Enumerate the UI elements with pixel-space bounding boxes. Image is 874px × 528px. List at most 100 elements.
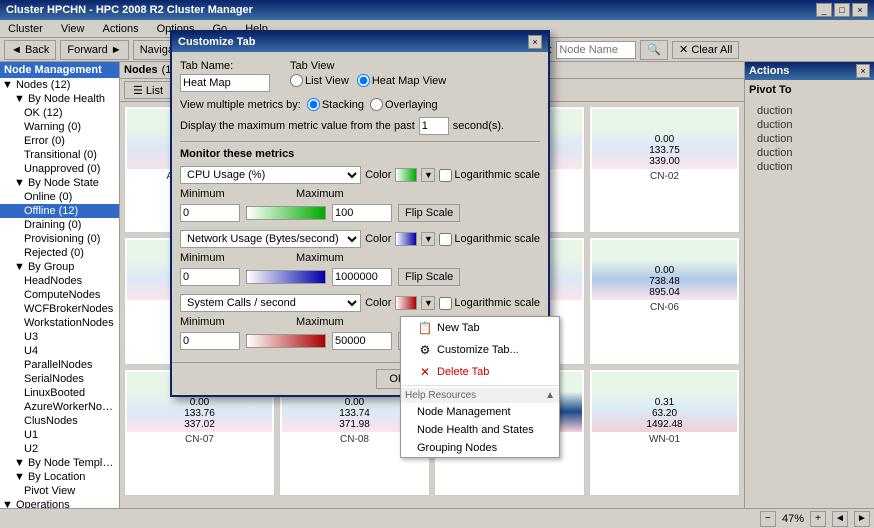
- dialog-close-button[interactable]: ×: [528, 35, 542, 49]
- metric-syscalls-select[interactable]: System Calls / second: [180, 294, 361, 312]
- right-item-1[interactable]: duction: [753, 104, 866, 118]
- right-item-4[interactable]: duction: [753, 146, 866, 160]
- log-checkbox-syscalls[interactable]: [439, 297, 452, 310]
- network-flip-button[interactable]: Flip Scale: [398, 268, 460, 286]
- close-button[interactable]: ×: [852, 3, 868, 17]
- sidebar-item-by-node-template[interactable]: ▼ By Node Template: [0, 456, 119, 470]
- sidebar-item-u4[interactable]: U4: [0, 344, 119, 358]
- color-dropdown-syscalls[interactable]: ▼: [421, 296, 435, 310]
- ctx-node-management[interactable]: Node Management: [401, 403, 559, 421]
- sidebar-item-by-node-health[interactable]: ▼ By Node Health: [0, 92, 119, 106]
- sidebar-item-warning[interactable]: Warning (0): [0, 120, 119, 134]
- sidebar-item-nodes[interactable]: ▼ Nodes (12): [0, 78, 119, 92]
- sidebar-item-u1[interactable]: U1: [0, 428, 119, 442]
- sidebar-item-error[interactable]: Error (0): [0, 134, 119, 148]
- color-dropdown-cpu[interactable]: ▼: [421, 168, 435, 182]
- sidebar-item-by-location[interactable]: ▼ By Location: [0, 470, 119, 484]
- ctx-delete-tab[interactable]: ✕ Delete Tab: [401, 361, 559, 383]
- syscalls-max-input[interactable]: [332, 332, 392, 350]
- metric-cpu-select[interactable]: CPU Usage (%): [180, 166, 361, 184]
- sidebar-item-draining[interactable]: Draining (0): [0, 218, 119, 232]
- metric-cpu-minmax: Minimum Maximum: [180, 188, 540, 200]
- ctx-grouping-nodes[interactable]: Grouping Nodes: [401, 439, 559, 457]
- sidebar-item-u3[interactable]: U3: [0, 330, 119, 344]
- color-dropdown-network[interactable]: ▼: [421, 232, 435, 246]
- sidebar-item-wcfbrokernodes[interactable]: WCFBrokerNodes: [0, 302, 119, 316]
- sidebar-item-rejected[interactable]: Rejected (0): [0, 246, 119, 260]
- syscalls-min-input[interactable]: [180, 332, 240, 350]
- zoom-out-button[interactable]: −: [760, 511, 776, 527]
- sidebar-item-provisioning[interactable]: Provisioning (0): [0, 232, 119, 246]
- stacking-radio[interactable]: [307, 98, 320, 111]
- cpu-max-input[interactable]: [332, 204, 392, 222]
- window-controls[interactable]: _ □ ×: [816, 3, 868, 17]
- tab-name-input[interactable]: [180, 74, 270, 92]
- display-seconds-input[interactable]: [419, 117, 449, 135]
- scroll-left-button[interactable]: ◄: [832, 511, 848, 527]
- ctx-node-health[interactable]: Node Health and States: [401, 421, 559, 439]
- heat-cell-wn01[interactable]: 0.31 63.20 1492.48 WN-01: [589, 369, 740, 496]
- heat-map-view-radio[interactable]: [357, 74, 370, 87]
- search-button[interactable]: 🔍: [640, 40, 668, 60]
- actions-close-button[interactable]: ×: [856, 64, 870, 78]
- right-item-2[interactable]: duction: [753, 118, 866, 132]
- clear-all-button[interactable]: ✕ Clear All: [672, 41, 739, 59]
- sidebar-item-azureworkernodes[interactable]: AzureWorkerNodes: [0, 400, 119, 414]
- zoom-in-button[interactable]: +: [810, 511, 826, 527]
- sidebar-item-headnodes[interactable]: HeadNodes: [0, 274, 119, 288]
- heat-cell-cn02[interactable]: 0.00 133.75 339.00 CN-02: [589, 106, 740, 233]
- sidebar-item-ok[interactable]: OK (12): [0, 106, 119, 120]
- sidebar-item-u2[interactable]: U2: [0, 442, 119, 456]
- search-input[interactable]: [556, 41, 636, 59]
- sidebar-item-computenodes[interactable]: ComputeNodes: [0, 288, 119, 302]
- heat-map-view-radio-label[interactable]: Heat Map View: [357, 74, 446, 87]
- menu-actions[interactable]: Actions: [99, 22, 143, 36]
- sidebar-item-by-group[interactable]: ▼ By Group: [0, 260, 119, 274]
- sidebar-item-linuxbooted[interactable]: LinuxBooted: [0, 386, 119, 400]
- sidebar-item-pivot-view[interactable]: Pivot View: [0, 484, 119, 498]
- sidebar-item-clusnodes[interactable]: ClusNodes: [0, 414, 119, 428]
- ctx-new-tab[interactable]: 📋 New Tab: [401, 317, 559, 339]
- sidebar-item-unapproved[interactable]: Unapproved (0): [0, 162, 119, 176]
- actions-content: Pivot To duction duction duction duction…: [745, 80, 874, 182]
- log-check-network[interactable]: Logarithmic scale: [439, 233, 540, 246]
- maximize-button[interactable]: □: [834, 3, 850, 17]
- metric-network-select[interactable]: Network Usage (Bytes/second): [180, 230, 361, 248]
- tab-list[interactable]: ☰ List: [124, 81, 172, 99]
- sidebar-item-serialnodes[interactable]: SerialNodes: [0, 372, 119, 386]
- actions-title: Actions: [749, 65, 789, 77]
- right-item-3[interactable]: duction: [753, 132, 866, 146]
- ctx-customize-tab[interactable]: ⚙ Customize Tab...: [401, 339, 559, 361]
- list-view-radio[interactable]: [290, 74, 303, 87]
- pivot-to-label: Pivot To: [749, 84, 870, 96]
- cpu-min-input[interactable]: [180, 204, 240, 222]
- forward-button[interactable]: Forward ►: [60, 40, 128, 60]
- sidebar-item-parallelnodes[interactable]: ParallelNodes: [0, 358, 119, 372]
- metric-network: Network Usage (Bytes/second) Color ▼ Log…: [180, 230, 540, 286]
- log-check-cpu[interactable]: Logarithmic scale: [439, 169, 540, 182]
- log-checkbox-network[interactable]: [439, 233, 452, 246]
- sidebar-item-operations[interactable]: ▼ Operations: [0, 498, 119, 508]
- minimize-button[interactable]: _: [816, 3, 832, 17]
- menu-cluster[interactable]: Cluster: [4, 22, 47, 36]
- overlaying-radio-label[interactable]: Overlaying: [370, 98, 438, 111]
- right-item-5[interactable]: duction: [753, 160, 866, 174]
- stacking-radio-label[interactable]: Stacking: [307, 98, 364, 111]
- menu-view[interactable]: View: [57, 22, 89, 36]
- sidebar-item-transitional[interactable]: Transitional (0): [0, 148, 119, 162]
- cpu-flip-button[interactable]: Flip Scale: [398, 204, 460, 222]
- scroll-right-button[interactable]: ►: [854, 511, 870, 527]
- sidebar-item-workstationnodes[interactable]: WorkstationNodes: [0, 316, 119, 330]
- network-min-input[interactable]: [180, 268, 240, 286]
- log-checkbox-cpu[interactable]: [439, 169, 452, 182]
- heat-cell-cn06[interactable]: 0.00 738.48 895.04 CN-06: [589, 237, 740, 364]
- log-check-syscalls[interactable]: Logarithmic scale: [439, 297, 540, 310]
- tab-view-section: Tab View List View Heat Map View: [290, 60, 446, 92]
- sidebar-item-by-node-state[interactable]: ▼ By Node State: [0, 176, 119, 190]
- sidebar-item-offline[interactable]: Offline (12): [0, 204, 119, 218]
- sidebar-item-online[interactable]: Online (0): [0, 190, 119, 204]
- overlaying-radio[interactable]: [370, 98, 383, 111]
- network-max-input[interactable]: [332, 268, 392, 286]
- back-button[interactable]: ◄ Back: [4, 40, 56, 60]
- list-view-radio-label[interactable]: List View: [290, 74, 349, 87]
